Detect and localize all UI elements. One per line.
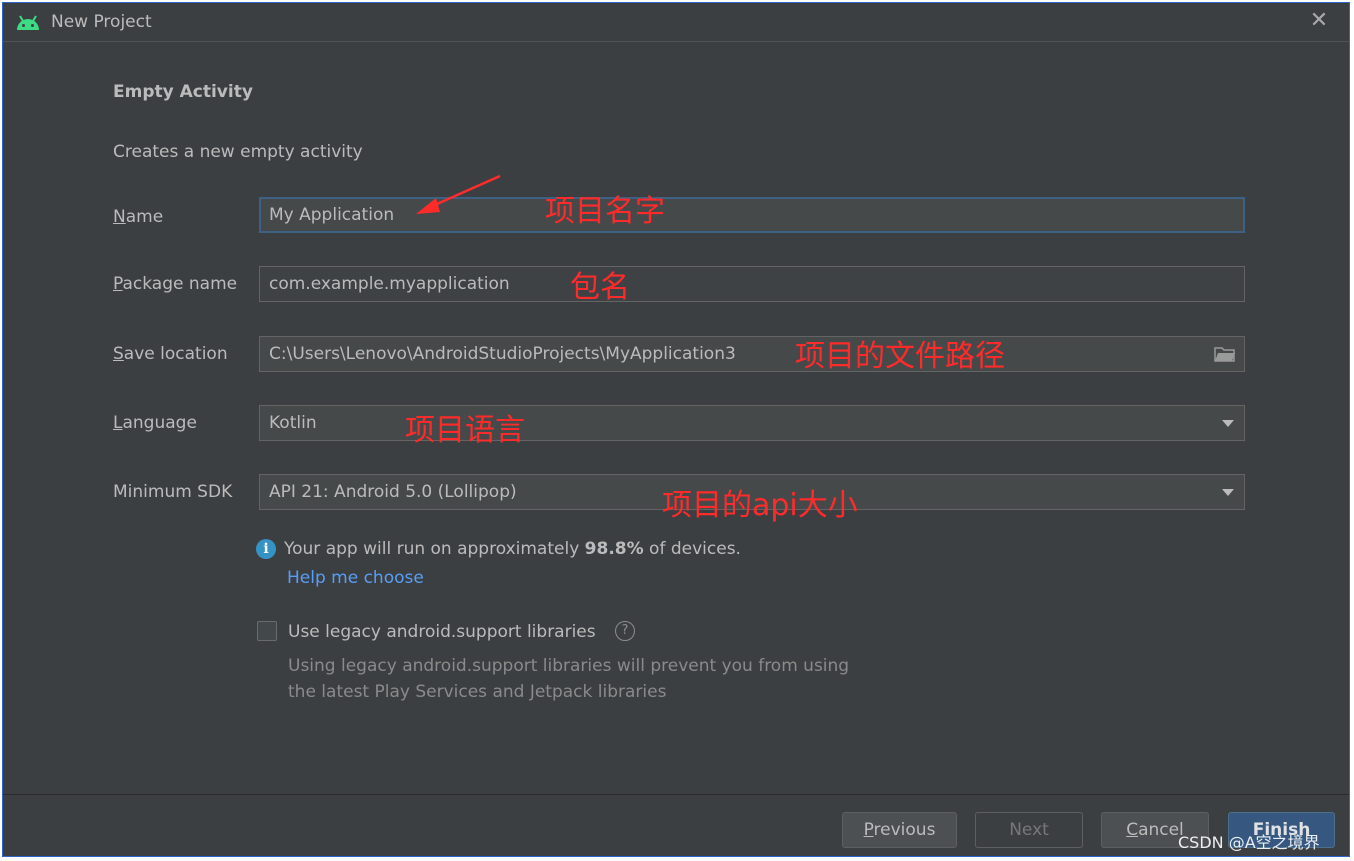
device-coverage-text: Your app will run on approximately 98.8%… [284, 539, 741, 559]
info-icon: i [256, 539, 276, 559]
legacy-support-label[interactable]: Use legacy android.support libraries [288, 622, 596, 642]
window-title: New Project [51, 12, 152, 32]
minimum-sdk-value: API 21: Android 5.0 (Lollipop) [269, 482, 517, 502]
template-description: Creates a new empty activity [113, 142, 363, 162]
help-me-choose-link[interactable]: Help me choose [287, 568, 424, 588]
annotation-api-level: 项目的api大小 [662, 488, 858, 523]
save-location-label: Save location [113, 344, 228, 364]
help-question-icon[interactable]: ? [615, 621, 635, 641]
package-name-label: Package name [113, 274, 238, 294]
next-button[interactable]: Next [975, 812, 1083, 848]
minimum-sdk-label: Minimum SDK [113, 482, 233, 502]
csdn-watermark: CSDN @A空之境界 [1178, 833, 1320, 852]
name-label: Name [113, 207, 164, 227]
title-bar[interactable]: New Project ✕ [3, 3, 1349, 42]
language-value: Kotlin [269, 413, 317, 433]
save-location-value: C:\Users\Lenovo\AndroidStudioProjects\My… [269, 344, 736, 364]
android-icon [17, 15, 39, 30]
close-icon[interactable]: ✕ [1307, 9, 1331, 33]
new-project-dialog: New Project ✕ Empty Activity Creates a n… [2, 2, 1350, 857]
save-location-input[interactable]: C:\Users\Lenovo\AndroidStudioProjects\My… [259, 336, 1245, 372]
folder-icon[interactable] [1214, 345, 1236, 363]
legacy-support-note: Using legacy android.support libraries w… [288, 656, 850, 702]
coverage-percent: 98.8% [584, 539, 644, 559]
chevron-down-icon [1222, 420, 1234, 427]
annotation-project-name: 项目名字 [545, 194, 665, 229]
annotation-package-name: 包名 [570, 270, 630, 305]
language-label: Language [113, 413, 197, 433]
chevron-down-icon [1222, 489, 1234, 496]
annotation-file-path: 项目的文件路径 [795, 339, 1005, 374]
template-heading: Empty Activity [113, 82, 253, 102]
package-name-input[interactable]: com.example.myapplication [259, 266, 1245, 302]
annotation-arrow-icon [416, 174, 501, 214]
annotation-language: 项目语言 [405, 413, 525, 448]
previous-button[interactable]: Previous [842, 812, 957, 848]
legacy-support-checkbox[interactable] [257, 621, 277, 641]
